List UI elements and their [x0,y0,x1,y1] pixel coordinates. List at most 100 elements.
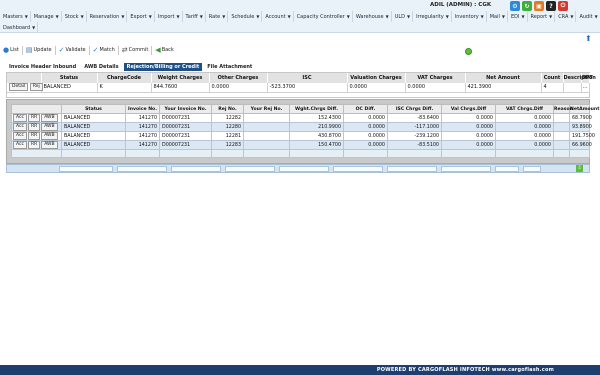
acc-button[interactable]: Acc [13,141,27,149]
menu-rate[interactable]: Rate ▼ [206,11,229,22]
summary-field[interactable] [59,165,113,172]
menu-tariff[interactable]: Tariff ▼ [183,11,206,22]
menu-import[interactable]: Import ▼ [155,11,183,22]
row-actions: Acc RR AWB [11,140,62,150]
rr-button[interactable]: RR [27,141,41,149]
user-icon-group: ⚙ ↻ ▣ ? ⏻ [510,1,568,11]
chevron-down-icon: ▼ [346,14,350,19]
empty-cell [441,149,496,158]
empty-cell [495,149,554,158]
col-header: NetAmount [569,104,600,114]
col-header [11,104,62,114]
summary-field[interactable] [171,165,221,172]
acc-button[interactable]: Acc [13,132,27,140]
menu-manage[interactable]: Manage ▼ [31,11,62,22]
val-diff-cell: 0.0000 [441,131,496,141]
rr-button[interactable]: RR [27,114,41,122]
summary-field[interactable] [387,165,437,172]
summary-row [6,164,590,173]
empty-cell [61,149,126,158]
summary-field[interactable] [225,165,275,172]
match-button[interactable]: ✓ Match [90,45,119,55]
awb-button[interactable]: AWB [41,114,58,122]
tab-awb-details[interactable]: AWB Details [81,63,121,71]
awb-button[interactable]: AWB [41,141,58,149]
tab-invoice-header[interactable]: Invoice Header Inbound [6,63,79,71]
summary-field[interactable] [441,165,491,172]
update-button[interactable]: ▤ Update [23,45,56,55]
your-rej-no-cell [243,113,290,123]
detail-button[interactable]: Detail [9,83,29,92]
menu-stock[interactable]: Stock ▼ [62,11,87,22]
col-header: Val Chrgs.Diff [441,104,496,114]
net-amount-cell: 93.8900 [569,122,592,132]
menu-masters[interactable]: Masters ▼ [0,11,31,22]
rej-button[interactable]: Rej [29,83,43,92]
chevron-down-icon: ▼ [222,14,226,19]
menu-cra[interactable]: CRA ▼ [555,11,577,22]
acc-button[interactable]: Acc [13,114,27,122]
summary-field[interactable] [279,165,329,172]
refresh-icon[interactable]: ↻ [522,1,532,11]
menu-export[interactable]: Export ▼ [127,11,155,22]
scroll-top-icon[interactable]: ⬆ [585,34,592,43]
summary-field[interactable] [495,165,519,172]
tab-rejection-billing[interactable]: Rejection/Billing or Credit [123,62,203,71]
commit-button[interactable]: ⇄ Commit [119,45,153,55]
tab-strip: Invoice Header Inbound AWB Details Rejec… [6,62,257,71]
menu-uld[interactable]: ULD ▼ [392,11,414,22]
header-row: Status ChargeCode Weight Charges Other C… [7,73,596,83]
col-header: ISC [267,73,348,83]
tab-file-attachment[interactable]: File Attachment [204,63,255,71]
net-amount-cell: 68.7900 [569,113,592,123]
chevron-down-icon: ▼ [549,14,553,19]
awb-button[interactable]: AWB [41,132,58,140]
menu-report[interactable]: Report ▼ [528,11,556,22]
menu-audit[interactable]: Audit ▼ [576,11,599,22]
empty-row [11,149,590,158]
summary-field[interactable] [333,165,383,172]
menu-inventory[interactable]: Inventory ▼ [452,11,487,22]
back-button[interactable]: ◀ Back [152,46,177,55]
menu-account[interactable]: Account ▼ [262,11,294,22]
col-header: ISC Chrgs Diff. [387,104,442,114]
commit-icon: ⇄ [121,46,128,54]
empty-cell [569,149,590,158]
menu-irregularity[interactable]: Irregularity ▼ [413,11,452,22]
col-header: Status [41,73,98,83]
acc-button[interactable]: Acc [13,123,27,131]
isc-cell: -523.3700 [267,83,348,93]
summary-field[interactable] [523,165,541,172]
menu-dashboard[interactable]: Dashboard ▼ [0,22,39,33]
your-invoice-no-cell: D00007231 [159,131,212,141]
power-icon[interactable]: ⏻ [558,1,568,11]
invoice-no-cell: 141270 [125,140,160,150]
menu-schedule[interactable]: Schedule ▼ [228,11,263,22]
print-icon[interactable]: ▣ [534,1,544,11]
col-header: Count [541,73,564,83]
rr-button[interactable]: RR [27,123,41,131]
menu-warehouse[interactable]: Warehouse ▼ [353,11,392,22]
opt-cell[interactable]: ... [581,83,590,93]
chevron-down-icon: ▼ [32,25,36,30]
validate-button[interactable]: ✓ Validate [56,45,90,55]
isc-diff-cell: -83.5100 [387,140,442,150]
menu-mail[interactable]: Mail ▼ [487,11,508,22]
table-row: Detail Rej BALANCED K 844.7600 0.0000 -5… [7,83,590,93]
empty-cell [343,149,388,158]
list-button[interactable]: ● List [0,45,23,55]
summary-field[interactable] [117,165,167,172]
info-icon[interactable]: ⚙ [510,1,520,11]
rr-button[interactable]: RR [27,132,41,140]
commit-label: Commit [128,47,149,53]
your-rej-no-cell [243,131,290,141]
awb-button[interactable]: AWB [41,123,58,131]
menu-edi[interactable]: EDI ▼ [508,11,528,22]
help-icon[interactable]: ? [546,1,556,11]
add-row-icon[interactable]: ⇩ [576,165,583,172]
empty-cell [243,149,290,158]
row-actions: Acc RR AWB [11,131,62,141]
table-row: Acc RR AWB BALANCED 141270 D00007231 12280… [11,122,592,132]
menu-capacity-controller[interactable]: Capacity Controller ▼ [294,11,353,22]
menu-reservation[interactable]: Reservation ▼ [87,11,128,22]
